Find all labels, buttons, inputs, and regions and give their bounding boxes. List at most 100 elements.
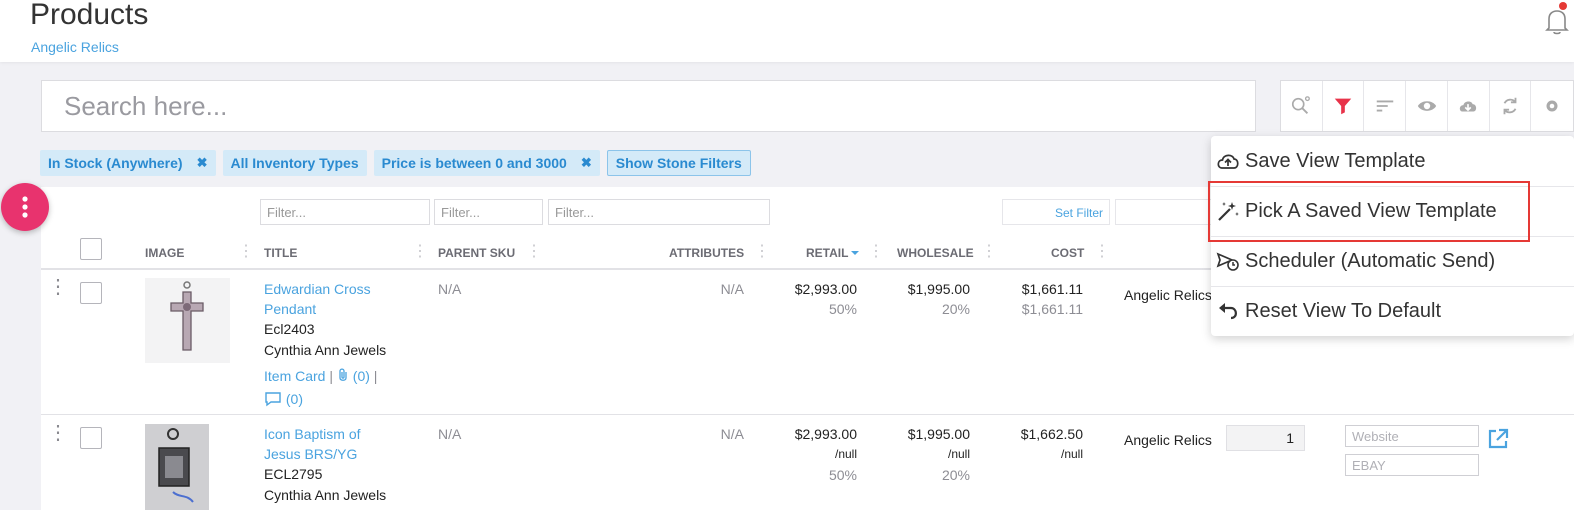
product-sku: Ecl2403 [264, 321, 315, 337]
download-button[interactable] [1448, 81, 1490, 131]
column-resize-handle[interactable] [238, 242, 241, 262]
sort-button[interactable] [1364, 81, 1407, 131]
cost-value: $1,662.50 [1020, 426, 1083, 442]
column-header-cost[interactable]: COST [1051, 246, 1084, 260]
column-resize-handle[interactable] [1094, 242, 1097, 262]
cloud-download-icon [1460, 101, 1477, 112]
sort-desc-icon [851, 251, 860, 255]
row-drag-handle[interactable]: ⋮ [48, 277, 68, 297]
store-link[interactable]: Angelic Relics [31, 39, 119, 55]
wholesale-margin: 20% [941, 301, 970, 317]
attachments-count[interactable]: (0) [353, 368, 370, 384]
product-vendor: Cynthia Ann Jewels [264, 342, 387, 358]
column-header-attributes[interactable]: ATTRIBUTES [669, 246, 744, 260]
attributes-value: N/A [720, 281, 744, 297]
cost-null: /null [1060, 447, 1083, 461]
product-sku: ECL2795 [264, 466, 323, 482]
close-icon[interactable]: ✖ [197, 155, 208, 171]
location-value: Angelic Relics [1124, 287, 1212, 303]
actions-fab[interactable] [1, 183, 49, 231]
sort-icon [1376, 100, 1394, 112]
pick-saved-view-template-item[interactable]: Pick A Saved View Template [1211, 186, 1574, 236]
attributes-value: N/A [720, 426, 744, 442]
active-filters: In Stock (Anywhere) ✖ All Inventory Types… [40, 150, 751, 176]
product-title-link[interactable]: Pendant [264, 301, 316, 317]
product-image[interactable] [145, 424, 209, 510]
column-header-parent-sku[interactable]: PARENT SKU [438, 246, 515, 260]
scheduler-item[interactable]: Scheduler (Automatic Send) [1211, 236, 1574, 286]
wholesale-price: $1,995.00 [907, 426, 970, 442]
wholesale-margin: 20% [941, 467, 970, 483]
location-value: Angelic Relics [1124, 432, 1212, 448]
channel-website[interactable]: Website [1345, 425, 1479, 447]
save-view-template-item[interactable]: Save View Template [1211, 136, 1574, 186]
product-links: Item Card | (0) | [264, 367, 378, 384]
refresh-button[interactable] [1490, 81, 1532, 131]
select-all-checkbox[interactable] [80, 238, 102, 260]
settings-button[interactable] [1531, 81, 1573, 131]
parent-sku-value: N/A [438, 281, 462, 297]
filter-chip-inventory-types[interactable]: All Inventory Types [222, 150, 367, 176]
search-settings-button[interactable] [1281, 81, 1323, 131]
row-drag-handle[interactable]: ⋮ [48, 423, 68, 443]
column-resize-handle[interactable] [526, 242, 529, 262]
retail-margin: 50% [828, 301, 857, 317]
view-options-menu: Save View Template Pick A Saved View Tem… [1211, 136, 1574, 336]
notification-badge [1559, 2, 1567, 10]
row-checkbox[interactable] [80, 427, 102, 449]
attributes-filter-input[interactable] [548, 199, 770, 225]
view-button[interactable] [1406, 81, 1448, 131]
channel-ebay[interactable]: EBAY [1345, 454, 1479, 476]
retail-price: $2,993.00 [794, 281, 857, 297]
quantity-input[interactable]: 1 [1226, 425, 1305, 451]
column-resize-handle[interactable] [981, 242, 984, 262]
product-title-link[interactable]: Icon Baptism of [264, 426, 361, 442]
column-header-image[interactable]: IMAGE [145, 246, 184, 260]
magic-wand-icon [1218, 202, 1239, 221]
product-image[interactable] [145, 278, 230, 363]
wholesale-null: /null [947, 447, 970, 461]
column-resize-handle[interactable] [754, 242, 757, 262]
filter-box[interactable] [1115, 199, 1215, 225]
close-icon[interactable]: ✖ [581, 155, 592, 171]
item-card-link[interactable]: Item Card [264, 368, 325, 384]
filter-button[interactable] [1323, 81, 1365, 131]
undo-icon [1219, 303, 1237, 320]
refresh-icon [1503, 97, 1517, 115]
row-checkbox[interactable] [80, 282, 102, 304]
filter-chip-price[interactable]: Price is between 0 and 3000 ✖ [373, 150, 600, 176]
reset-view-item[interactable]: Reset View To Default [1211, 286, 1574, 336]
search-input[interactable] [41, 80, 1256, 132]
product-vendor: Cynthia Ann Jewels [264, 487, 387, 503]
comments-link[interactable]: (0) [264, 391, 303, 407]
comment-icon [265, 392, 281, 407]
column-header-retail[interactable]: RETAIL [806, 246, 860, 260]
title-filter-input[interactable] [260, 199, 430, 225]
product-title-link[interactable]: Edwardian Cross [264, 281, 371, 297]
show-stone-filters-button[interactable]: Show Stone Filters [606, 150, 751, 176]
paperclip-icon[interactable] [337, 367, 349, 383]
eye-icon [1417, 101, 1436, 111]
bell-icon[interactable] [1540, 4, 1574, 38]
column-header-wholesale[interactable]: WHOLESALE [897, 246, 974, 260]
cost-value: $1,661.11 [1021, 281, 1083, 297]
set-filter-button[interactable]: Set Filter [1002, 199, 1110, 225]
scheduler-icon [1216, 252, 1239, 271]
wholesale-price: $1,995.00 [907, 281, 970, 297]
parent-sku-value: N/A [438, 426, 462, 442]
toolbar [1280, 80, 1574, 132]
filter-icon [1334, 98, 1352, 115]
settings-icon [1546, 100, 1558, 112]
filter-chip-in-stock[interactable]: In Stock (Anywhere) ✖ [40, 150, 216, 176]
more-vertical-icon [22, 196, 28, 218]
column-header-title[interactable]: TITLE [264, 246, 297, 260]
column-resize-handle[interactable] [412, 242, 415, 262]
external-link-icon[interactable] [1486, 427, 1510, 451]
product-title-link[interactable]: Jesus BRS/YG [264, 446, 357, 462]
row-divider [41, 414, 1574, 415]
parent-sku-filter-input[interactable] [434, 199, 543, 225]
column-resize-handle[interactable] [868, 242, 871, 262]
retail-null: /null [834, 447, 857, 461]
page-title: Products [30, 0, 149, 31]
cost-sub-value: $1,661.11 [1021, 301, 1083, 317]
